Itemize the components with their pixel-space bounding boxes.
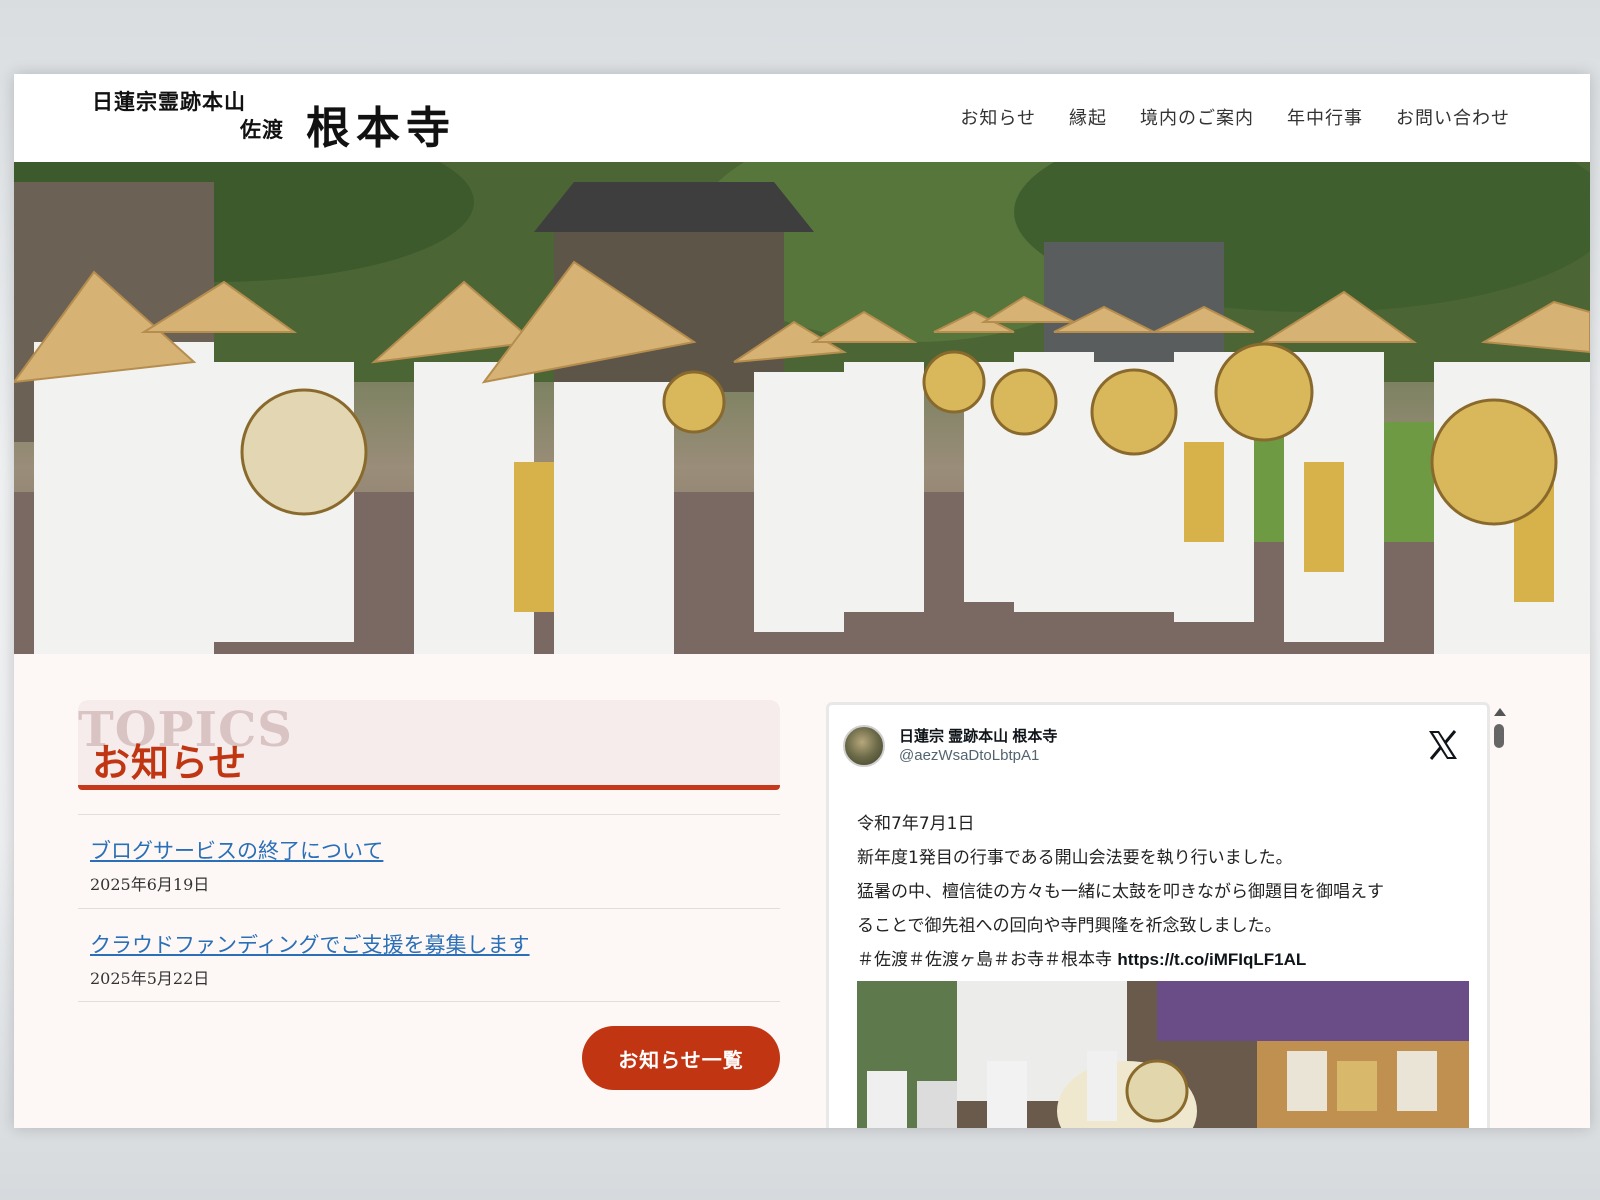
nav-item-grounds[interactable]: 境内のご案内: [1140, 104, 1254, 130]
tweet-line-last: ＃佐渡＃佐渡ヶ島＃お寺＃根本寺 https://t.co/iMFIqLF1AL: [857, 943, 1477, 977]
site-header: 日蓮宗霊跡本山 佐渡 根本寺 お知らせ 縁起 境内のご案内 年中行事 お問い合わ…: [14, 74, 1590, 162]
tweet-author-handle[interactable]: @aezWsaDtoLbtpA1: [899, 747, 1039, 764]
tweet-text: 令和7年7月1日 新年度1発目の行事である開山会法要を執り行いました。 猛暑の中…: [857, 807, 1477, 977]
browser-page: 日蓮宗霊跡本山 佐渡 根本寺 お知らせ 縁起 境内のご案内 年中行事 お問い合わ…: [14, 74, 1590, 1128]
logo-line2: 佐渡: [240, 117, 284, 142]
logo-subtitle: 日蓮宗霊跡本山 佐渡: [92, 88, 292, 144]
tweet-line: 猛暑の中、檀信徒の方々も一緒に太鼓を叩きながら御題目を御唱えす: [857, 882, 1384, 902]
news-link[interactable]: ブログサービスの終了について: [90, 835, 768, 865]
list-item: ブログサービスの終了について 2025年6月19日: [78, 814, 780, 908]
logo-name: 根本寺: [306, 103, 456, 154]
tweet-line: ることで御先祖への回向や寺門興隆を祈念致しました。: [857, 916, 1282, 936]
tweet-media[interactable]: [857, 981, 1469, 1128]
news-date: 2025年5月22日: [90, 969, 210, 988]
main-nav: お知らせ 縁起 境内のご案内 年中行事 お問い合わせ: [960, 104, 1510, 130]
x-logo-icon[interactable]: [1425, 727, 1461, 763]
news-date: 2025年6月19日: [90, 875, 210, 894]
tweet-line: 新年度1発目の行事である開山会法要を執り行いました。: [857, 848, 1293, 868]
tweet-embed: 日蓮宗 霊跡本山 根本寺 @aezWsaDtoLbtpA1 令和7年7月1日 新…: [826, 702, 1490, 1128]
nav-item-news[interactable]: お知らせ: [960, 104, 1036, 130]
avatar[interactable]: [843, 725, 885, 767]
scroll-up-icon[interactable]: [1494, 708, 1506, 716]
tweet-line: 令和7年7月1日: [857, 814, 975, 834]
logo-line1: 日蓮宗霊跡本山: [92, 89, 246, 114]
nav-item-history[interactable]: 縁起: [1069, 104, 1107, 130]
tweet-link[interactable]: https://t.co/iMFIqLF1AL: [1117, 950, 1306, 969]
scroll-thumb[interactable]: [1494, 724, 1504, 748]
hero-image: [14, 162, 1590, 654]
news-link[interactable]: クラウドファンディングでご支援を募集します: [90, 929, 768, 959]
list-item: クラウドファンディングでご支援を募集します 2025年5月22日: [78, 908, 780, 1002]
site-logo[interactable]: 日蓮宗霊跡本山 佐渡 根本寺: [92, 88, 472, 154]
topics-title: お知らせ: [92, 740, 248, 785]
embed-scrollbar[interactable]: [1492, 708, 1506, 798]
news-list: ブログサービスの終了について 2025年6月19日 クラウドファンディングでご支…: [78, 814, 780, 1002]
nav-item-contact[interactable]: お問い合わせ: [1396, 104, 1510, 130]
nav-item-events[interactable]: 年中行事: [1287, 104, 1363, 130]
tweet-hashtags[interactable]: ＃佐渡＃佐渡ヶ島＃お寺＃根本寺: [857, 950, 1112, 970]
news-list-button[interactable]: お知らせ一覧: [582, 1026, 780, 1090]
tweet-author-name[interactable]: 日蓮宗 霊跡本山 根本寺: [899, 725, 1057, 746]
topics-heading: TOPICS お知らせ: [78, 700, 780, 790]
